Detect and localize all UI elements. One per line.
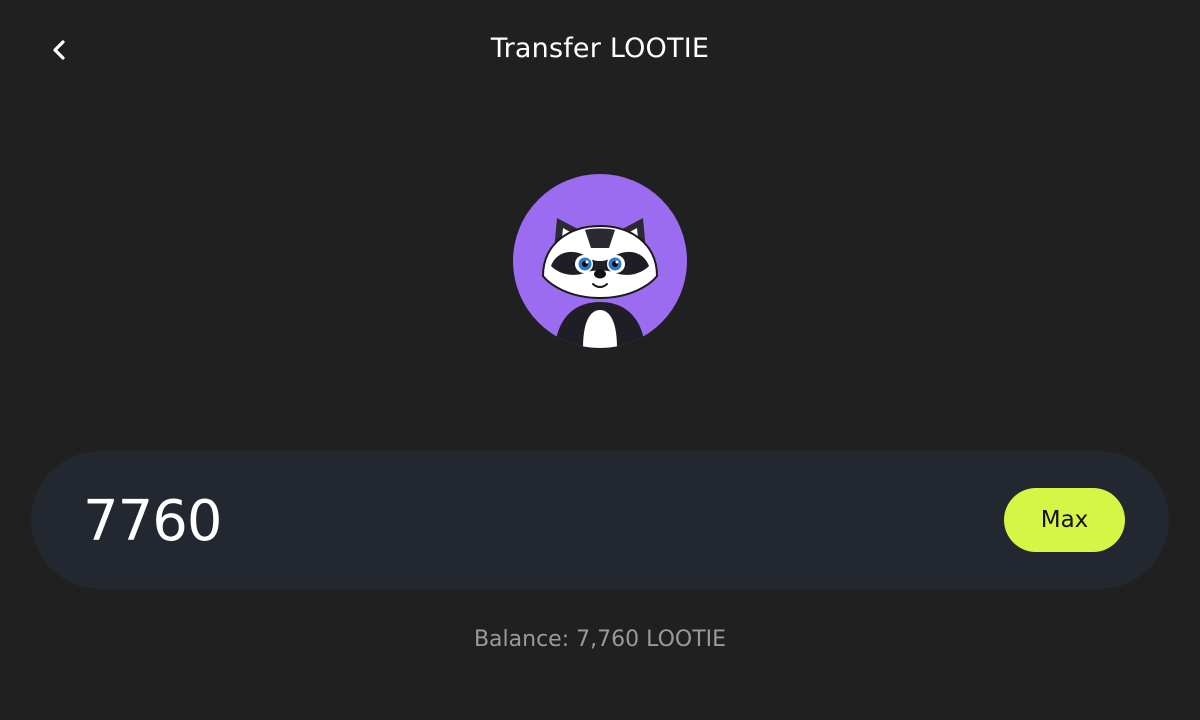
raccoon-mascot-icon [541,218,659,348]
transfer-screen: Transfer LOOTIE 7760 Max Balance: 7,760 … [0,0,1200,720]
token-avatar [513,174,687,348]
balance-text: Balance: 7,760 LOOTIE [473,627,727,652]
max-button[interactable]: Max [1004,488,1125,552]
page-title: Transfer LOOTIE [490,33,710,64]
amount-panel: Max [31,451,1169,589]
amount-input[interactable] [83,485,883,557]
header: Transfer LOOTIE [0,0,1200,104]
